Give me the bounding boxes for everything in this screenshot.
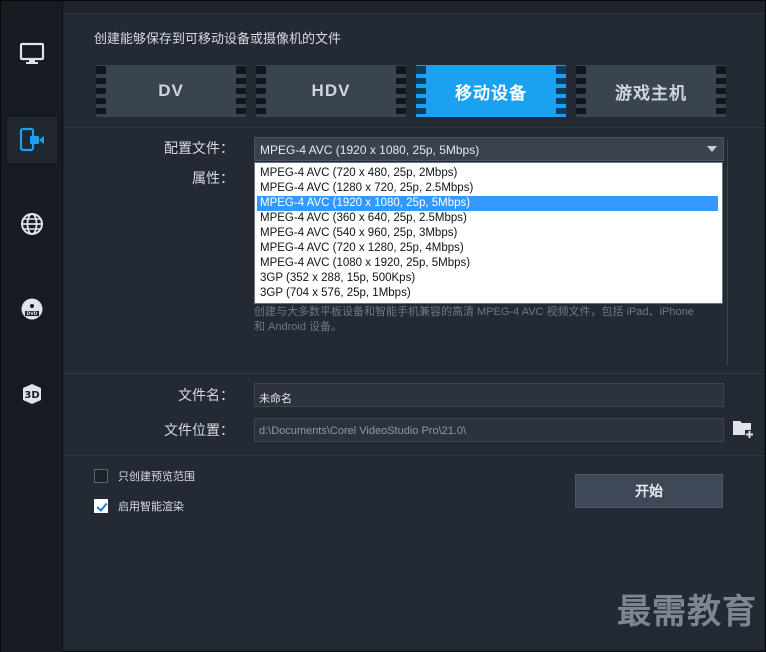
globe-icon: [21, 213, 43, 235]
properties-label: 属性：: [192, 170, 234, 186]
sidebar: DVD 3D: [1, 1, 63, 652]
main-panel: 创建能够保存到可移动设备或摄像机的文件 DV HDV 移动设备 游戏主机 配置文…: [64, 13, 764, 649]
tab-bar: DV HDV 移动设备 游戏主机: [96, 65, 726, 117]
sidebar-item-disc[interactable]: DVD: [7, 286, 57, 332]
preview-range-label: 只创建预览范围: [118, 471, 195, 483]
chevron-down-icon[interactable]: [707, 146, 717, 152]
location-input[interactable]: d:\Documents\Corel VideoStudio Pro\21.0\: [254, 418, 724, 442]
tab-game-console[interactable]: 游戏主机: [576, 65, 726, 117]
watermark: 最需教育: [617, 592, 757, 632]
page-title: 创建能够保存到可移动设备或摄像机的文件: [94, 31, 342, 46]
filename-label: 文件名：: [178, 387, 234, 403]
profile-select[interactable]: MPEG-4 AVC (1920 x 1080, 25p, 5Mbps): [254, 137, 724, 161]
dropdown-option[interactable]: 3GP (704 x 576, 25p, 1Mbps): [255, 286, 722, 301]
start-button[interactable]: 开始: [575, 474, 723, 508]
film-perforation: [236, 65, 246, 117]
divider: [64, 455, 764, 456]
preview-range-option[interactable]: 只创建预览范围: [94, 468, 195, 484]
app-window: DVD 3D 创建能够保存到可移动设备或摄像机的文件 DV HDV 移动设备 游…: [0, 0, 766, 652]
sidebar-item-device[interactable]: [7, 117, 57, 163]
divider: [64, 373, 764, 374]
sidebar-item-web[interactable]: [7, 201, 57, 247]
properties-panel-border: [727, 140, 728, 365]
profile-description: 创建与大多数平板设备和智能手机兼容的高清 MPEG-4 AVC 视频文件，包括 …: [254, 306, 694, 333]
dropdown-option[interactable]: MPEG-4 AVC (360 x 640, 25p, 2.5Mbps): [255, 211, 722, 226]
film-perforation: [96, 65, 106, 117]
3d-icon: 3D: [23, 384, 41, 404]
tab-label: DV: [158, 81, 184, 100]
dropdown-option[interactable]: MPEG-4 AVC (1080 x 1920, 25p, 5Mbps): [255, 256, 722, 271]
tab-dv[interactable]: DV: [96, 65, 246, 117]
profile-select-value: MPEG-4 AVC (1920 x 1080, 25p, 5Mbps): [260, 143, 480, 157]
monitor-icon: [19, 42, 45, 64]
dropdown-option-selected[interactable]: MPEG-4 AVC (1920 x 1080, 25p, 5Mbps): [257, 196, 718, 211]
sidebar-item-computer[interactable]: [7, 31, 57, 77]
film-perforation: [396, 65, 406, 117]
smart-render-checkbox[interactable]: [94, 499, 108, 513]
film-perforation: [556, 65, 566, 117]
tab-label: 移动设备: [455, 83, 527, 103]
dropdown-option[interactable]: MPEG-4 AVC (1280 x 720, 25p, 2.5Mbps): [255, 181, 722, 196]
tab-label: 游戏主机: [615, 83, 687, 103]
folder-add-icon: [733, 421, 754, 439]
profile-label: 配置文件：: [164, 140, 234, 156]
profile-dropdown-list: MPEG-4 AVC (720 x 480, 25p, 2Mbps) MPEG-…: [254, 162, 723, 304]
location-label: 文件位置：: [164, 422, 234, 438]
dropdown-option[interactable]: 3GP (352 x 288, 15p, 500Kps): [255, 271, 722, 286]
browse-folder-button[interactable]: [732, 418, 756, 445]
dropdown-option[interactable]: MPEG-4 AVC (540 x 960, 25p, 3Mbps): [255, 226, 722, 241]
film-perforation: [576, 65, 586, 117]
tab-mobile-device[interactable]: 移动设备: [416, 65, 566, 117]
dropdown-option[interactable]: MPEG-4 AVC (720 x 480, 25p, 2Mbps): [255, 166, 722, 181]
film-perforation: [256, 65, 266, 117]
sidebar-item-3d[interactable]: 3D: [7, 371, 57, 417]
film-perforation: [716, 65, 726, 117]
tab-label: HDV: [311, 81, 351, 100]
divider: [64, 127, 764, 128]
preview-range-checkbox[interactable]: [94, 469, 108, 483]
svg-text:3D: 3D: [24, 390, 39, 401]
filename-input[interactable]: 未命名: [254, 383, 724, 407]
film-perforation: [416, 65, 426, 117]
svg-text:DVD: DVD: [27, 311, 38, 317]
smart-render-option[interactable]: 启用智能渲染: [94, 498, 184, 514]
mobile-device-icon: [19, 127, 44, 152]
dvd-icon: DVD: [21, 298, 43, 320]
tab-hdv[interactable]: HDV: [256, 65, 406, 117]
dropdown-option[interactable]: MPEG-4 AVC (720 x 1280, 25p, 4Mbps): [255, 241, 722, 256]
smart-render-label: 启用智能渲染: [118, 501, 184, 513]
